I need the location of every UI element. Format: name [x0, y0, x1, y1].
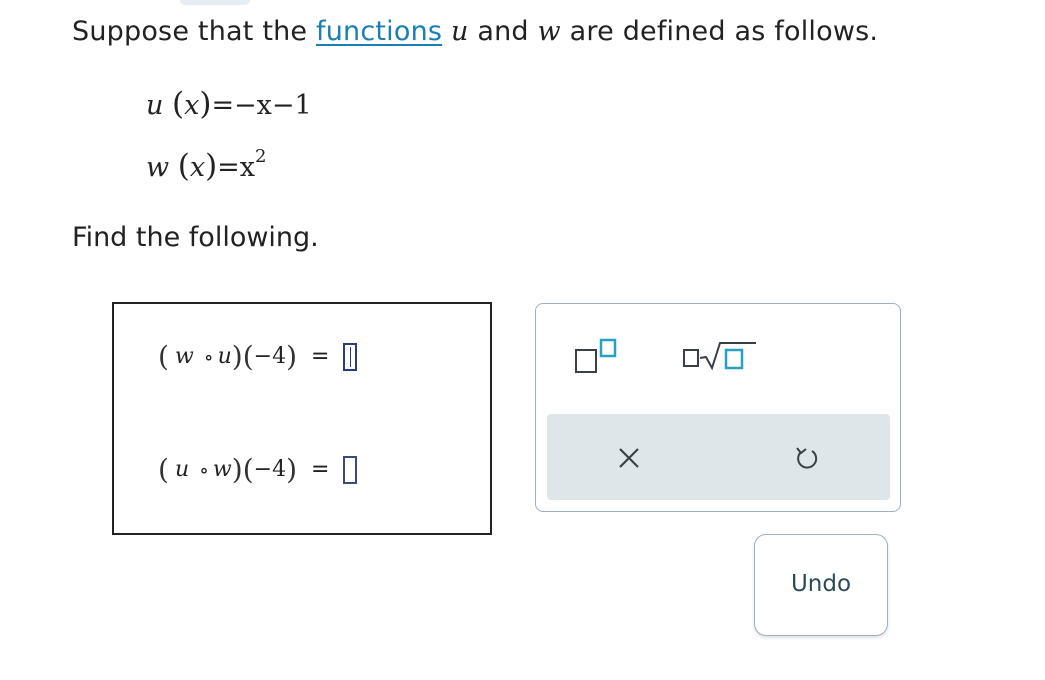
- def-rhs: =−x−1: [211, 90, 312, 121]
- undo-icon: [796, 447, 818, 469]
- intro-and: and: [468, 16, 538, 47]
- answer-box: (w ∘ u)(−4) = (u ∘ w)(−4) =: [112, 302, 492, 535]
- nth-root-icon: [683, 342, 756, 371]
- definition-w: w (x)=x2: [146, 146, 267, 184]
- var-u: u: [450, 16, 469, 47]
- def-exponent: 2: [255, 146, 267, 167]
- intro-text-after: are defined as follows.: [560, 16, 879, 47]
- superscript-button[interactable]: [574, 338, 626, 378]
- math-palette: [535, 303, 901, 512]
- eval-arg: −4: [253, 457, 287, 482]
- inner-fn: u: [217, 344, 232, 369]
- question-1: (w ∘ u)(−4) =: [158, 340, 358, 373]
- equals-sign: =: [311, 344, 330, 369]
- find-following-text: Find the following.: [72, 222, 319, 253]
- outer-fn: w: [174, 344, 194, 369]
- inner-fn: w: [212, 457, 232, 482]
- question-2: (u ∘ w)(−4) =: [158, 453, 358, 486]
- def-rhs: =x: [217, 152, 256, 183]
- intro-space: [442, 16, 451, 47]
- undo-button[interactable]: [794, 445, 820, 471]
- def-arg: x: [189, 152, 206, 183]
- top-tab-edge: [180, 0, 250, 5]
- outer-fn: u: [174, 457, 190, 482]
- var-w: w: [537, 16, 561, 47]
- equals-sign: =: [311, 457, 330, 482]
- answer-input-2[interactable]: [343, 455, 358, 484]
- eval-arg: −4: [253, 344, 287, 369]
- undo-tooltip: Undo: [754, 534, 888, 636]
- def-fn-name: u: [146, 90, 164, 121]
- close-icon: [619, 448, 639, 468]
- superscript-icon: [575, 338, 617, 373]
- def-arg: x: [184, 90, 200, 121]
- clear-button[interactable]: [617, 446, 641, 470]
- intro-text-before: Suppose that the: [72, 16, 317, 47]
- palette-action-row: [547, 414, 890, 500]
- undo-tooltip-label: Undo: [790, 571, 852, 597]
- functions-link[interactable]: functions: [316, 16, 442, 47]
- def-fn-name: w: [146, 152, 170, 183]
- definition-u: u (x)=−x−1: [146, 86, 312, 122]
- answer-input-1[interactable]: [343, 342, 358, 371]
- problem-intro: Suppose that the functions u and w are d…: [72, 16, 878, 47]
- radical-button[interactable]: [680, 338, 760, 378]
